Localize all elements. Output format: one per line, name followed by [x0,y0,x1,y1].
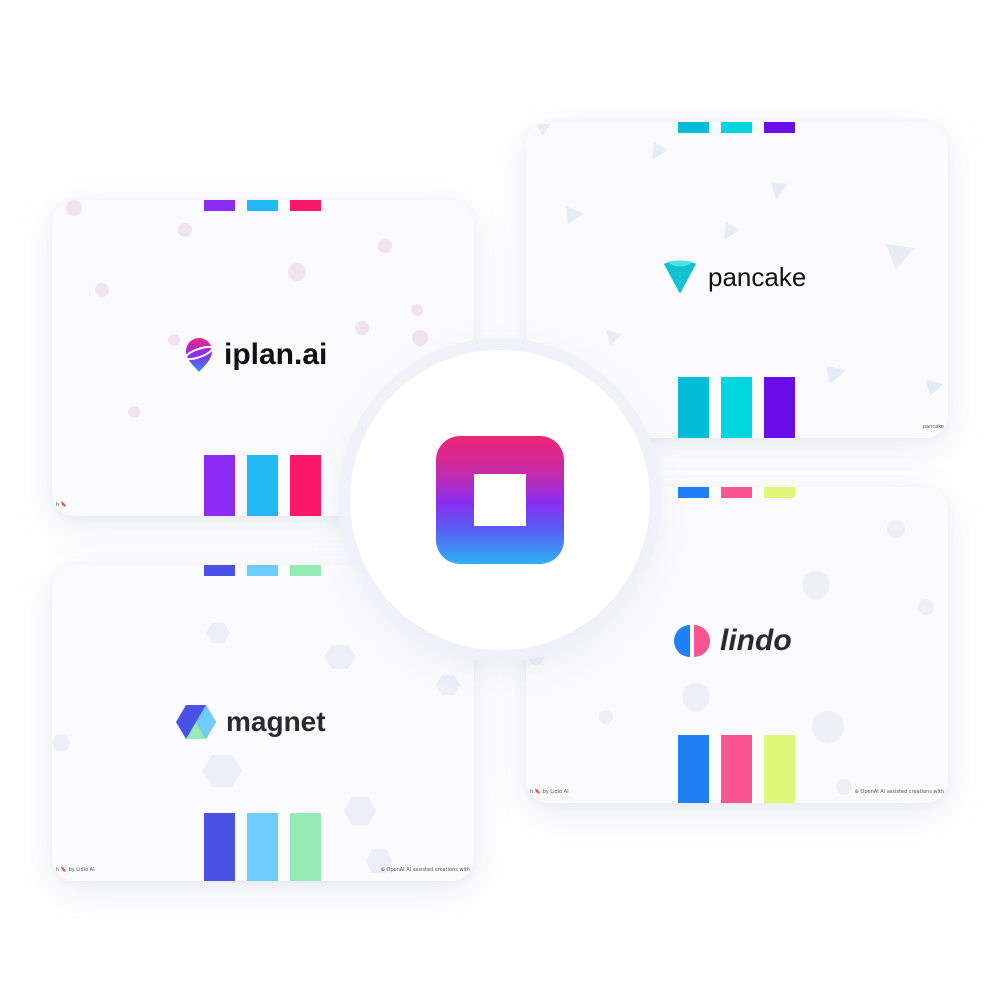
chevron-v-icon [664,260,696,293]
hexagon-icon [176,705,216,739]
bottom-swatch-purple [204,455,235,516]
magnet-logo: magnet [176,703,326,741]
brand-name: pancake [708,261,807,292]
bottom-swatch-indigo [204,813,235,881]
bottom-swatch-violet [764,377,795,438]
top-swatch-violet [764,122,795,133]
brand-name: iplan.ai [224,338,328,371]
center-app-badge [350,350,650,650]
top-swatch-teal [678,122,709,133]
bottom-swatch-teal [678,377,709,438]
lindo-logo: lindo [674,623,792,659]
planet-pin-icon [184,338,214,372]
top-swatch-pink [290,200,321,211]
top-swatch-mint [290,565,321,576]
top-swatch-lime [764,487,795,498]
pancake-logo: pancake [662,258,806,296]
bottom-swatch-cyan [721,377,752,438]
brand-name: magnet [226,706,326,737]
bottom-swatch-pink [290,455,321,516]
app-square-icon[interactable] [436,436,564,564]
top-swatch-pink [721,487,752,498]
footer-credit: pancake [922,424,944,430]
footer-credit-left: h 🔖 by Lidio AI [530,789,569,795]
top-swatch-purple [204,200,235,211]
bottom-swatch-lime [764,735,795,803]
bottom-swatch-blue [678,735,709,803]
brand-name: lindo [720,624,792,657]
iplan-logo: iplan.ai [184,336,327,374]
split-circle-icon [674,625,710,657]
footer-credit: h 🔖 [56,502,67,508]
bottom-swatch-pink [721,735,752,803]
top-swatch-blue [247,200,278,211]
top-swatch-cyan [721,122,752,133]
bottom-swatch-blue [247,455,278,516]
top-swatch-blue [678,487,709,498]
top-swatch-indigo [204,565,235,576]
footer-credit-left: h 🔖 by Lidio AI [56,867,95,873]
bottom-swatch-mint [290,813,321,881]
top-swatch-sky [247,565,278,576]
footer-credit-right: ⊛ OpenAI AI assisted creations with [380,867,470,873]
bottom-swatch-sky [247,813,278,881]
app-icon-center-hole [474,474,526,526]
footer-credit-right: ⊛ OpenAI AI assisted creations with [854,789,944,795]
